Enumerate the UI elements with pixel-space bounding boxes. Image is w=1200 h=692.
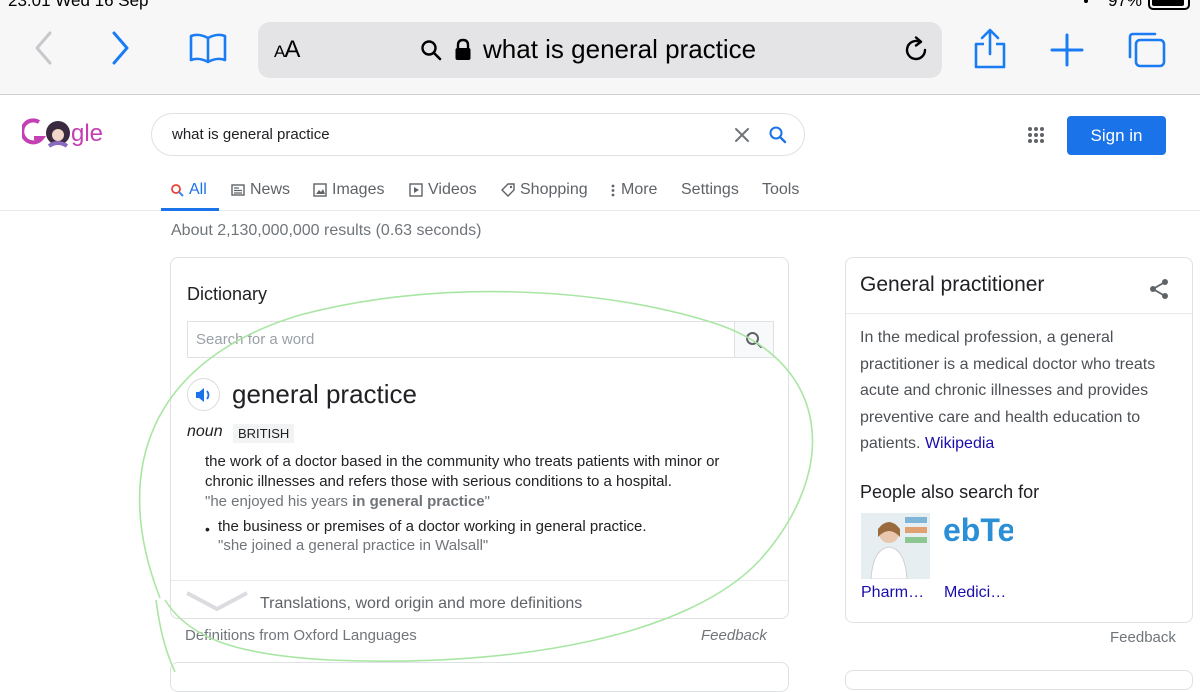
search-tabs: All News Images Videos Shopping More Set…	[0, 176, 1200, 211]
tab-videos[interactable]: Videos	[409, 181, 477, 199]
result-stats: About 2,130,000,000 results (0.63 second…	[171, 222, 482, 239]
url-text: what is general practice	[483, 34, 757, 64]
dictionary-title: Dictionary	[187, 284, 268, 304]
speaker-icon	[196, 388, 210, 402]
search-input[interactable]: what is general practice	[172, 126, 330, 143]
wikipedia-link[interactable]: Wikipedia	[925, 435, 994, 452]
battery-percent: 97%	[1107, 0, 1142, 10]
search-icon	[421, 40, 442, 61]
tag-icon	[501, 183, 515, 197]
example-1-post: "	[484, 493, 490, 510]
wifi-icon	[1084, 0, 1088, 3]
more-vert-icon	[611, 184, 615, 197]
share-icon[interactable]	[1148, 278, 1170, 300]
example-1: "he enjoyed his years in general practic…	[205, 493, 490, 510]
tab-shopping[interactable]: Shopping	[501, 181, 588, 199]
chevron-down-icon	[186, 591, 248, 612]
more-definitions-row[interactable]: Translations, word origin and more defin…	[171, 580, 788, 618]
tab-more-label: More	[621, 181, 658, 198]
pronunciation-button[interactable]	[187, 378, 220, 411]
tab-news[interactable]: News	[231, 181, 290, 199]
description-text: In the medical profession, a general pra…	[860, 329, 1156, 452]
knowledge-panel-description: In the medical profession, a general pra…	[860, 325, 1186, 458]
tab-tools-label: Tools	[762, 181, 800, 198]
text-size-button[interactable]: AA	[274, 36, 300, 64]
apps-grid-icon[interactable]	[1028, 127, 1044, 143]
tab-more[interactable]: More	[610, 181, 657, 199]
example-2: "she joined a general practice in Walsal…	[218, 537, 489, 554]
tab-all-label: All	[189, 181, 207, 198]
google-search-box[interactable]: what is general practice	[151, 113, 805, 156]
tab-settings-label: Settings	[681, 181, 739, 198]
tab-news-label: News	[250, 181, 291, 198]
sign-in-button[interactable]: Sign in	[1067, 116, 1166, 155]
tab-shopping-label: Shopping	[520, 181, 588, 198]
lock-icon	[455, 38, 471, 60]
divider	[846, 313, 1192, 314]
images-icon	[313, 183, 327, 197]
google-doodle-icon: gle	[20, 118, 103, 148]
search-icon[interactable]	[768, 125, 788, 145]
more-definitions-label: Translations, word origin and more defin…	[260, 595, 583, 612]
browser-toolbar: 23:01 Wed 16 Sep 97% AA what is general …	[0, 0, 1200, 95]
search-small-icon	[171, 184, 184, 197]
medicine-thumbnail[interactable]: ebTe	[944, 513, 1013, 579]
tab-all[interactable]: All	[170, 181, 207, 199]
tab-images[interactable]: Images	[313, 181, 384, 199]
dictionary-search-button[interactable]	[735, 321, 774, 358]
people-also-search-heading: People also search for	[860, 482, 1040, 502]
part-of-speech: noun	[187, 423, 223, 440]
next-panel-card	[845, 670, 1193, 690]
example-1-pre: "he enjoyed his years	[205, 493, 353, 510]
share-icon[interactable]	[973, 28, 1007, 70]
definition-1-line-2: chronic illnesses and refers those with …	[205, 473, 672, 490]
headword: general practice	[232, 379, 417, 409]
definition-2: the business or premises of a doctor wor…	[218, 518, 647, 535]
tab-tools[interactable]: Tools	[762, 181, 799, 199]
news-icon	[231, 184, 245, 196]
logo-text: gle	[71, 120, 103, 147]
clear-icon[interactable]	[732, 125, 752, 145]
knowledge-panel-title: General practitioner	[860, 273, 1045, 296]
medicine-logo-image: ebTe	[944, 513, 1013, 548]
forward-icon[interactable]	[110, 30, 132, 66]
dictionary-search-input[interactable]: Search for a word	[187, 321, 735, 358]
knowledge-panel: General practitioner In the medical prof…	[845, 257, 1193, 623]
example-1-bold: in general practice	[352, 493, 485, 510]
bookmarks-icon[interactable]	[188, 32, 228, 64]
dictionary-card: Dictionary Search for a word general pra…	[170, 257, 789, 619]
address-bar[interactable]: AA what is general practice	[258, 22, 942, 78]
medicine-link[interactable]: Medici…	[944, 584, 1006, 602]
tab-videos-label: Videos	[428, 181, 477, 198]
dictionary-feedback-link[interactable]: Feedback	[701, 627, 767, 644]
pharmacist-image	[861, 513, 930, 579]
dictionary-source: Definitions from Oxford Languages	[185, 627, 417, 644]
pharmacist-link[interactable]: Pharm…	[861, 584, 924, 602]
tabs-overview-icon[interactable]	[1127, 31, 1167, 69]
region-badge: BRITISH	[233, 424, 295, 443]
definition-1-line-1: the work of a doctor based in the commun…	[205, 453, 720, 470]
google-logo[interactable]: gle	[20, 116, 112, 157]
bullet-marker: •	[205, 521, 210, 537]
reload-icon[interactable]	[902, 36, 930, 64]
pharmacist-thumbnail[interactable]	[861, 513, 930, 579]
knowledge-panel-feedback-link[interactable]: Feedback	[1110, 629, 1176, 646]
dictionary-search-placeholder: Search for a word	[196, 331, 315, 348]
videos-icon	[409, 183, 423, 197]
back-icon[interactable]	[32, 30, 54, 66]
medicine-logo-text: ebTe	[944, 513, 1013, 548]
status-time: 23:01 Wed 16 Sep	[8, 0, 149, 10]
search-icon	[746, 332, 763, 349]
next-result-card	[170, 662, 789, 692]
tab-images-label: Images	[332, 181, 385, 198]
active-tab-indicator	[161, 208, 219, 211]
tab-settings[interactable]: Settings	[681, 181, 739, 199]
new-tab-icon[interactable]	[1050, 33, 1084, 67]
battery-icon	[1148, 0, 1190, 10]
